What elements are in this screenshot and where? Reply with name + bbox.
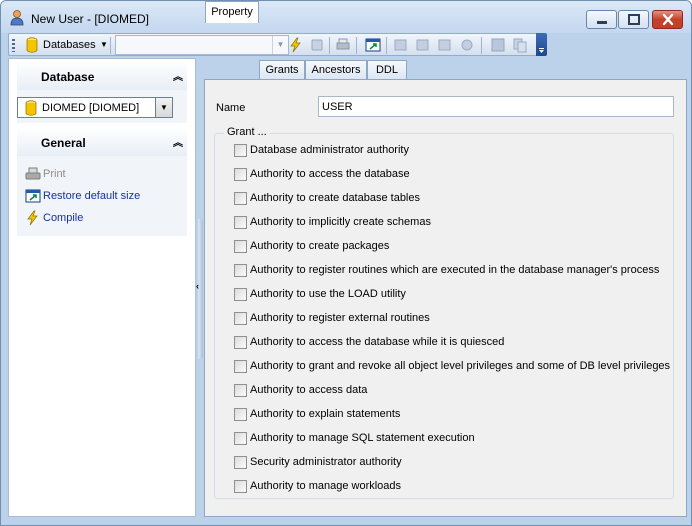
tab-ancestors[interactable]: Ancestors	[305, 60, 367, 80]
tab-property[interactable]: Property	[205, 1, 259, 23]
minimize-button[interactable]	[586, 10, 617, 29]
authority-checkbox[interactable]	[234, 360, 247, 373]
toolbar: Databases ▼ ▼	[8, 33, 546, 56]
tab-grants[interactable]: Grants	[259, 60, 305, 80]
restore-size-icon[interactable]	[365, 37, 381, 53]
authority-label: Authority to create database tables	[250, 192, 420, 204]
authority-label: Database administrator authority	[250, 144, 409, 156]
authority-label: Authority to create packages	[250, 240, 390, 252]
authority-label: Authority to use the LOAD utility	[250, 288, 406, 300]
authority-checkbox[interactable]	[234, 312, 247, 325]
compile-link[interactable]: Compile	[43, 212, 83, 224]
database-select[interactable]: DIOMED [DIOMED] ▼	[17, 97, 173, 118]
database-object-combo[interactable]: ▼	[115, 35, 289, 55]
close-button[interactable]	[652, 10, 683, 29]
refresh-icon[interactable]	[309, 37, 325, 53]
tab-ddl[interactable]: DDL	[367, 60, 407, 80]
databases-menu-button[interactable]: Databases	[43, 39, 96, 51]
authority-label: Authority to access data	[250, 384, 368, 396]
copy-icon[interactable]	[512, 37, 528, 53]
authority-label: Authority to implicitly create schemas	[250, 216, 431, 228]
printer-icon	[25, 167, 41, 180]
save-icon[interactable]	[490, 37, 506, 53]
authority-label: Authority to register routines which are…	[250, 264, 660, 276]
tab-property-label: Property	[211, 6, 253, 18]
maximize-button[interactable]	[618, 10, 649, 29]
tab-ancestors-label: Ancestors	[311, 64, 361, 76]
authority-checkbox[interactable]	[234, 240, 247, 253]
authority-checkbox[interactable]	[234, 408, 247, 421]
minimize-icon	[597, 21, 607, 24]
toolbar-separator	[481, 37, 482, 54]
property-tab-content: Name USER Grant ... Database administrat…	[204, 79, 687, 517]
authority-label: Authority to explain statements	[250, 408, 401, 420]
collapse-icon[interactable]: ︽	[173, 68, 183, 83]
toolbar-overflow-button[interactable]	[536, 33, 547, 56]
chevron-down-icon[interactable]: ▼	[100, 40, 108, 49]
edit-object-icon[interactable]	[437, 37, 453, 53]
print-link[interactable]: Print	[43, 168, 66, 180]
authority-checkbox[interactable]	[234, 168, 247, 181]
name-label: Name	[216, 102, 246, 114]
compile-lightning-icon[interactable]	[288, 37, 304, 53]
tab-grants-label: Grants	[265, 64, 299, 76]
authority-label: Authority to manage workloads	[250, 480, 402, 492]
user-icon	[10, 10, 24, 26]
authority-label: Security administrator authority	[250, 456, 402, 468]
general-section-title: General	[41, 136, 86, 150]
authority-label: Authority to access the database	[250, 168, 410, 180]
authority-checkbox[interactable]	[234, 216, 247, 229]
toolbar-grip[interactable]	[12, 39, 15, 52]
toolbar-separator	[110, 37, 111, 54]
authority-checkbox[interactable]	[234, 384, 247, 397]
object-properties-icon[interactable]	[459, 37, 475, 53]
window-title: New User - [DIOMED]	[31, 12, 150, 26]
authority-checkbox[interactable]	[234, 288, 247, 301]
authority-checkbox[interactable]	[234, 264, 247, 277]
new-user-window: New User - [DIOMED] Databases ▼ ▼ Databa…	[0, 0, 692, 526]
printer-icon[interactable]	[335, 37, 351, 53]
navigation-panel: Database ︽ General ︽ Print Restore defau…	[8, 58, 196, 517]
add-object-icon[interactable]	[393, 37, 409, 53]
title-bar[interactable]: New User - [DIOMED]	[1, 1, 691, 33]
chevron-down-icon[interactable]: ▼	[272, 36, 288, 54]
name-input[interactable]: USER	[318, 96, 674, 117]
authority-checkbox[interactable]	[234, 336, 247, 349]
authority-checkbox[interactable]	[234, 192, 247, 205]
authority-checkbox[interactable]	[234, 432, 247, 445]
chevron-down-icon[interactable]: ▼	[155, 98, 172, 117]
restore-size-icon	[25, 189, 41, 203]
grant-group-title: Grant ...	[224, 126, 270, 138]
lightning-icon	[27, 210, 38, 226]
database-icon	[26, 37, 38, 53]
restore-default-size-link[interactable]: Restore default size	[43, 190, 140, 202]
authority-label: Authority to register external routines	[250, 312, 430, 324]
authority-checkbox[interactable]	[234, 456, 247, 469]
toolbar-separator	[386, 37, 387, 54]
collapse-icon[interactable]: ︽	[173, 134, 183, 149]
authority-label: Authority to access the database while i…	[250, 336, 505, 348]
authority-label: Authority to manage SQL statement execut…	[250, 432, 475, 444]
chevron-down-icon	[539, 48, 544, 53]
delete-object-icon[interactable]	[415, 37, 431, 53]
general-section-header[interactable]: General ︽	[17, 127, 187, 156]
database-section-title: Database	[41, 70, 95, 84]
database-section-header[interactable]: Database ︽	[17, 61, 187, 90]
chevron-left-icon[interactable]: ‹	[196, 281, 199, 291]
authority-checkbox[interactable]	[234, 144, 247, 157]
panel-splitter[interactable]: ‹	[195, 219, 203, 359]
close-icon	[662, 13, 674, 26]
maximize-icon	[628, 14, 640, 25]
toolbar-separator	[329, 37, 330, 54]
database-icon	[25, 100, 37, 116]
authority-label: Authority to grant and revoke all object…	[250, 360, 671, 372]
database-select-value: DIOMED [DIOMED]	[42, 102, 140, 114]
toolbar-separator	[356, 37, 357, 54]
authority-checkbox[interactable]	[234, 480, 247, 493]
tab-ddl-label: DDL	[375, 64, 398, 76]
